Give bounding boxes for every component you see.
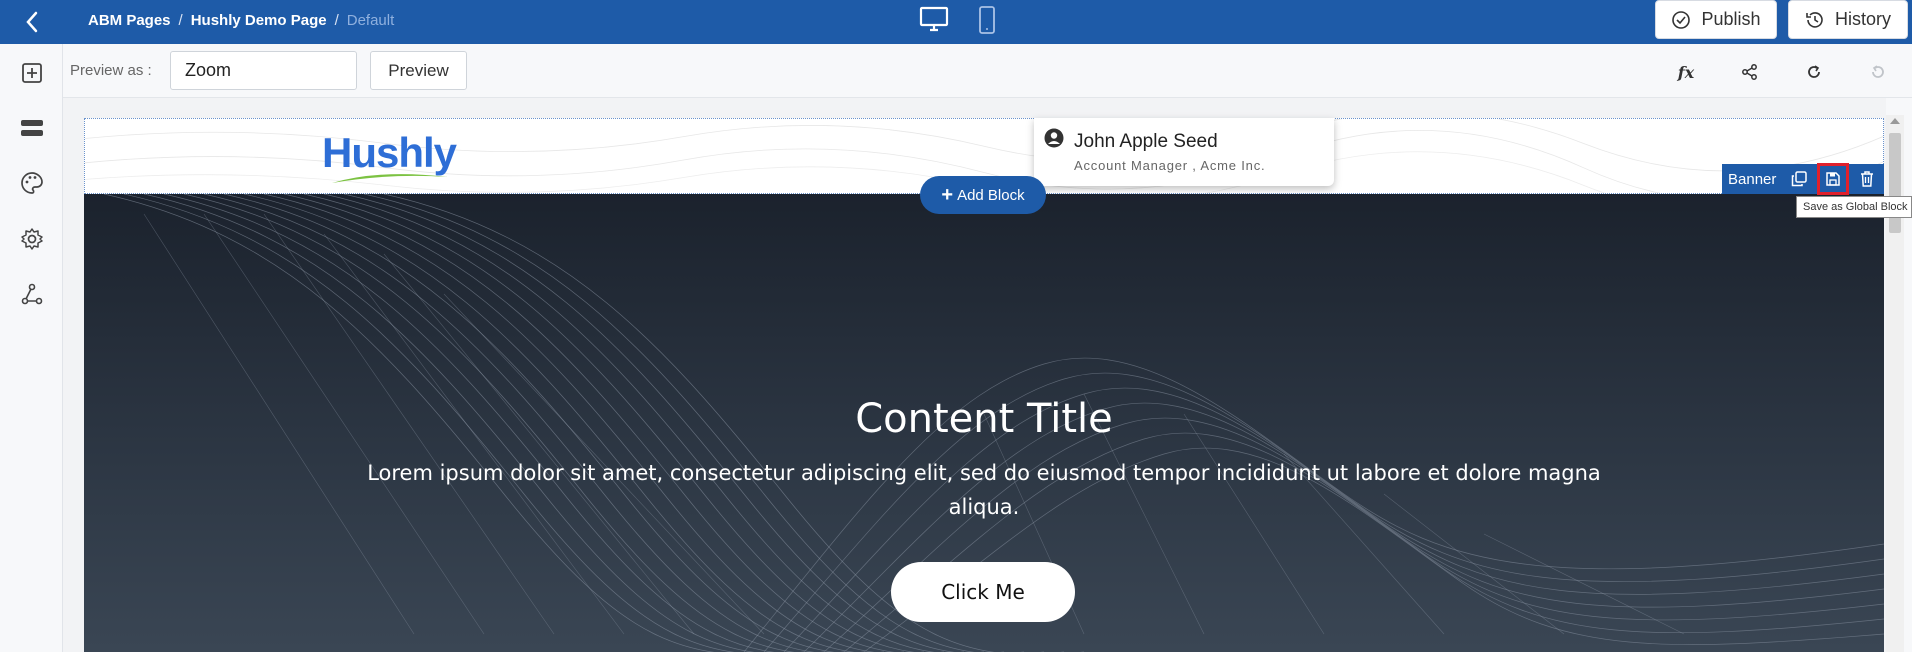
share-button[interactable] xyxy=(1737,59,1763,85)
breadcrumb: ABM Pages / Hushly Demo Page / Default xyxy=(88,0,394,40)
duplicate-block-button[interactable] xyxy=(1789,169,1809,189)
logo-text: Hushly xyxy=(322,129,457,176)
mobile-icon xyxy=(979,6,995,34)
breadcrumb-page[interactable]: Hushly Demo Page xyxy=(191,12,327,29)
save-global-tooltip: Save as Global Block xyxy=(1796,196,1912,218)
delete-icon xyxy=(1861,171,1873,187)
preview-button[interactable]: Preview xyxy=(370,51,467,90)
logo-swoosh xyxy=(332,174,448,183)
delete-block-button[interactable] xyxy=(1857,169,1877,189)
add-block-label: Add Block xyxy=(957,186,1025,204)
scroll-up-arrow[interactable] xyxy=(1890,118,1900,124)
click-me-button[interactable]: Click Me xyxy=(891,562,1075,622)
content-title: Content Title xyxy=(855,396,1113,442)
chevron-left-icon xyxy=(25,11,37,33)
add-block-icon xyxy=(22,63,42,83)
workflow-icon xyxy=(21,283,43,305)
banner-block[interactable]: Content Title Lorem ipsum dolor sit amet… xyxy=(84,194,1884,652)
left-sidebar xyxy=(0,44,63,652)
history-icon xyxy=(1806,11,1823,28)
preview-toolbar: Preview as : Preview fx xyxy=(63,44,1912,98)
desktop-icon xyxy=(919,6,949,32)
block-toolbar: Banner xyxy=(1722,163,1884,195)
breadcrumb-separator: / xyxy=(334,11,339,29)
contact-card: John Apple Seed Account Manager , Acme I… xyxy=(1034,118,1334,186)
breadcrumb-separator: / xyxy=(178,11,183,29)
user-avatar-icon xyxy=(1044,128,1064,148)
settings-icon xyxy=(21,228,43,250)
contact-name: John Apple Seed xyxy=(1074,131,1218,152)
refresh-icon xyxy=(1808,65,1820,78)
contact-title: Account Manager , Acme Inc. xyxy=(1074,158,1266,173)
back-button[interactable] xyxy=(0,0,63,44)
redo-button[interactable] xyxy=(1865,59,1891,85)
desktop-view-button[interactable] xyxy=(918,5,950,33)
block-type-label: Banner xyxy=(1728,171,1777,188)
breadcrumb-variant: Default xyxy=(346,11,395,29)
sidebar-theme[interactable] xyxy=(18,169,46,197)
check-circle-icon xyxy=(1672,10,1691,29)
add-block-button[interactable]: + Add Block xyxy=(920,176,1046,214)
save-global-block-button[interactable] xyxy=(1817,163,1849,195)
undo-button[interactable] xyxy=(1801,59,1827,85)
sidebar-add-block[interactable] xyxy=(18,59,46,87)
breadcrumb-abm-pages[interactable]: ABM Pages xyxy=(88,12,171,29)
fx-icon[interactable]: fx xyxy=(1673,59,1699,85)
history-button[interactable]: History xyxy=(1788,0,1908,39)
layers-icon xyxy=(21,120,43,136)
top-bar: ABM Pages / Hushly Demo Page / Default P… xyxy=(0,0,1912,44)
preview-as-label: Preview as : xyxy=(70,62,152,79)
preview-as-input[interactable] xyxy=(170,51,357,90)
duplicate-icon xyxy=(1791,171,1807,187)
publish-button[interactable]: Publish xyxy=(1655,0,1777,39)
history-label: History xyxy=(1834,9,1891,29)
sidebar-workflow[interactable] xyxy=(18,280,46,308)
plus-icon: + xyxy=(941,184,954,206)
hushly-logo: Hushly xyxy=(320,127,470,183)
publish-label: Publish xyxy=(1701,9,1761,29)
save-global-icon xyxy=(1826,172,1840,186)
redo-icon xyxy=(1872,65,1884,78)
scroll-thumb[interactable] xyxy=(1889,133,1901,233)
palette-icon xyxy=(21,172,43,194)
content-body: Lorem ipsum dolor sit amet, consectetur … xyxy=(367,461,1601,519)
sidebar-settings[interactable] xyxy=(18,225,46,253)
mobile-view-button[interactable] xyxy=(976,5,998,35)
share-icon xyxy=(1742,64,1757,80)
sidebar-layers[interactable] xyxy=(18,114,46,142)
